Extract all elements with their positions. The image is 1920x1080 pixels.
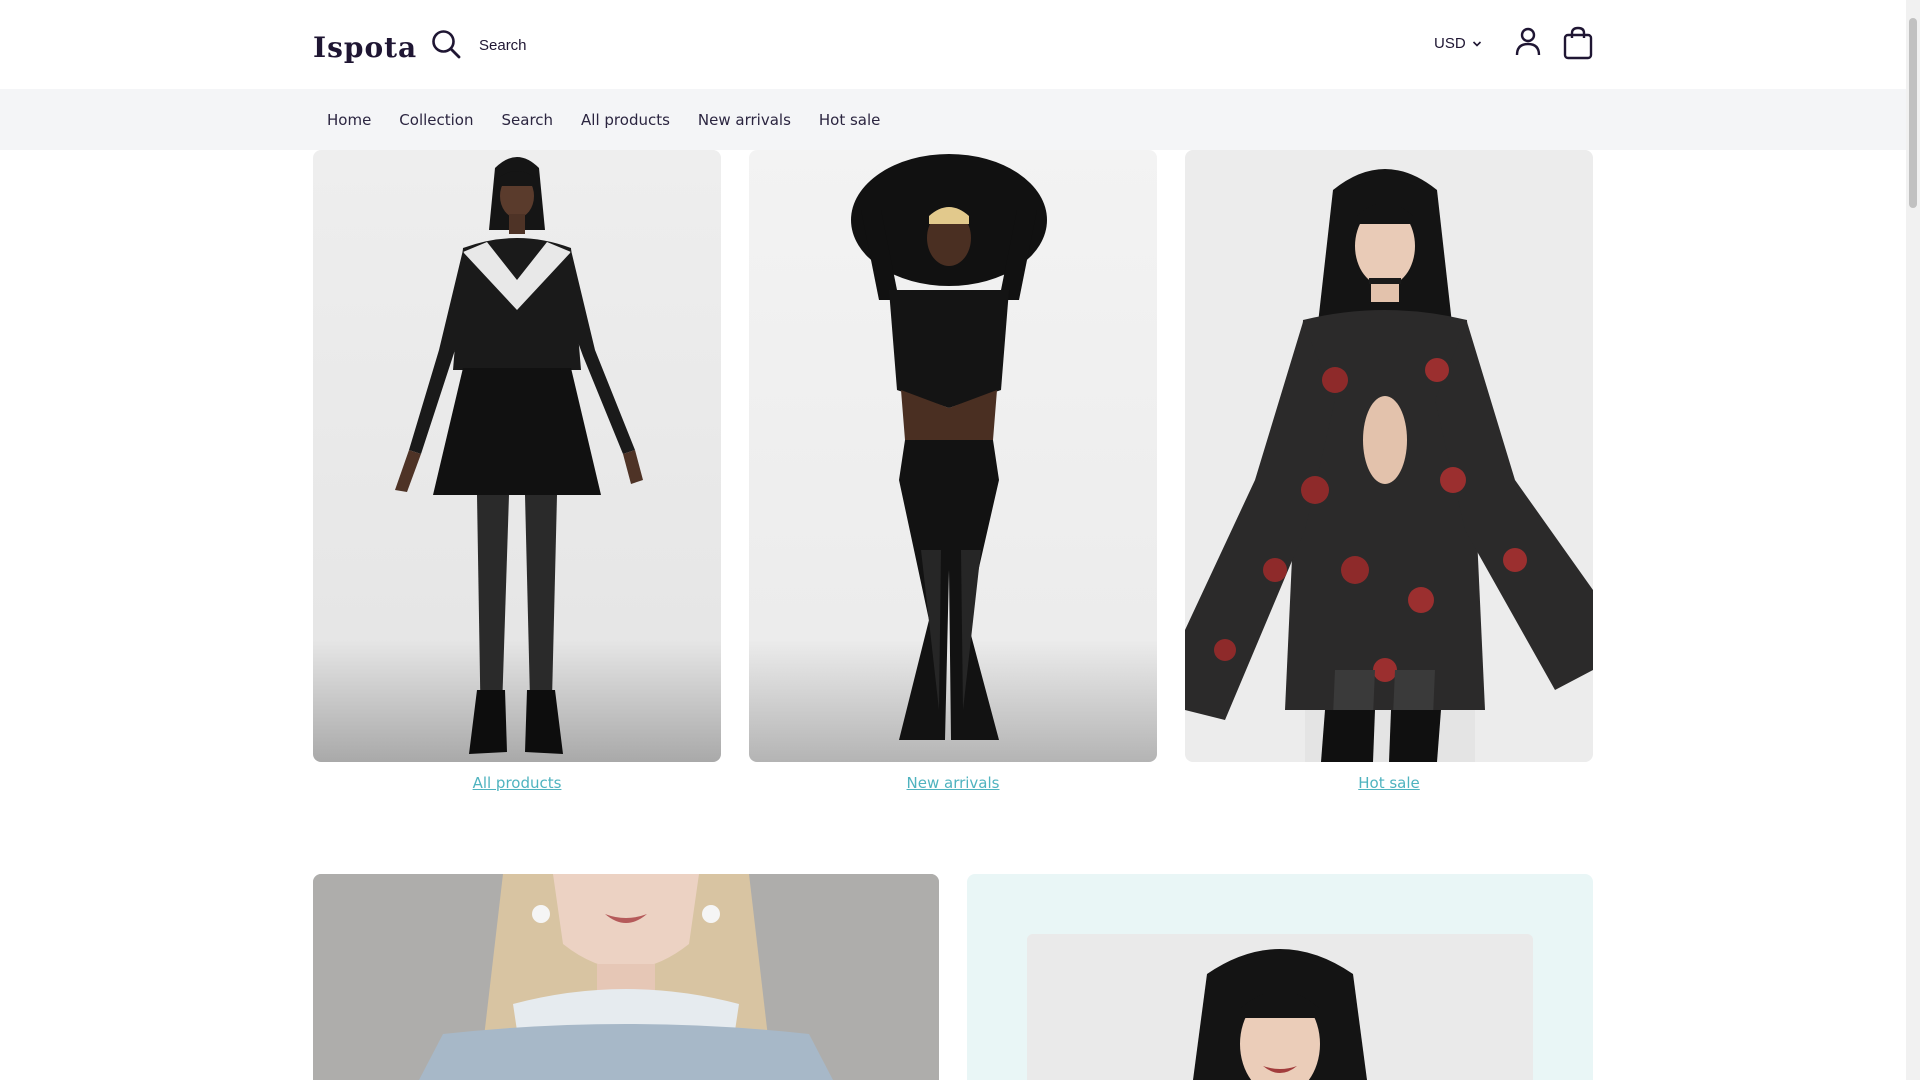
currency-value: USD bbox=[1434, 35, 1466, 52]
shopping-bag-icon[interactable] bbox=[1562, 26, 1594, 60]
nav-item-hot-sale[interactable]: Hot sale bbox=[805, 111, 895, 129]
site-header: Ispota Search USD bbox=[0, 0, 1906, 89]
scrollbar-thumb[interactable] bbox=[1909, 18, 1917, 208]
collection-card-new-arrivals: New arrivals bbox=[749, 150, 1157, 792]
search-link[interactable]: Search bbox=[479, 37, 527, 54]
user-icon[interactable] bbox=[1512, 26, 1544, 58]
page-scrollbar[interactable] bbox=[1906, 0, 1920, 1080]
site-logo[interactable]: Ispota bbox=[313, 31, 417, 64]
collection-link-all-products[interactable]: All products bbox=[313, 774, 721, 792]
collection-card-all-products: All products bbox=[313, 150, 721, 792]
nav-item-collection[interactable]: Collection bbox=[385, 111, 487, 129]
nav-item-home[interactable]: Home bbox=[313, 111, 385, 129]
nav-item-search[interactable]: Search bbox=[488, 111, 568, 129]
chevron-down-icon bbox=[1472, 40, 1481, 47]
collection-link-new-arrivals[interactable]: New arrivals bbox=[749, 774, 1157, 792]
promo-banner-image[interactable] bbox=[1027, 934, 1533, 1080]
collection-image-hot-sale[interactable] bbox=[1185, 150, 1593, 762]
nav-item-new-arrivals[interactable]: New arrivals bbox=[684, 111, 805, 129]
search-icon[interactable] bbox=[430, 28, 462, 60]
collection-card-hot-sale: Hot sale bbox=[1185, 150, 1593, 792]
currency-selector[interactable]: USD bbox=[1434, 35, 1482, 52]
promo-banner bbox=[967, 874, 1593, 1080]
main-navigation: Home Collection Search All products New … bbox=[0, 89, 1906, 150]
featured-banner-image[interactable] bbox=[313, 874, 939, 1080]
collection-image-new-arrivals[interactable] bbox=[749, 150, 1157, 762]
collection-link-hot-sale[interactable]: Hot sale bbox=[1185, 774, 1593, 792]
nav-item-all-products[interactable]: All products bbox=[567, 111, 684, 129]
collection-image-all-products[interactable] bbox=[313, 150, 721, 762]
